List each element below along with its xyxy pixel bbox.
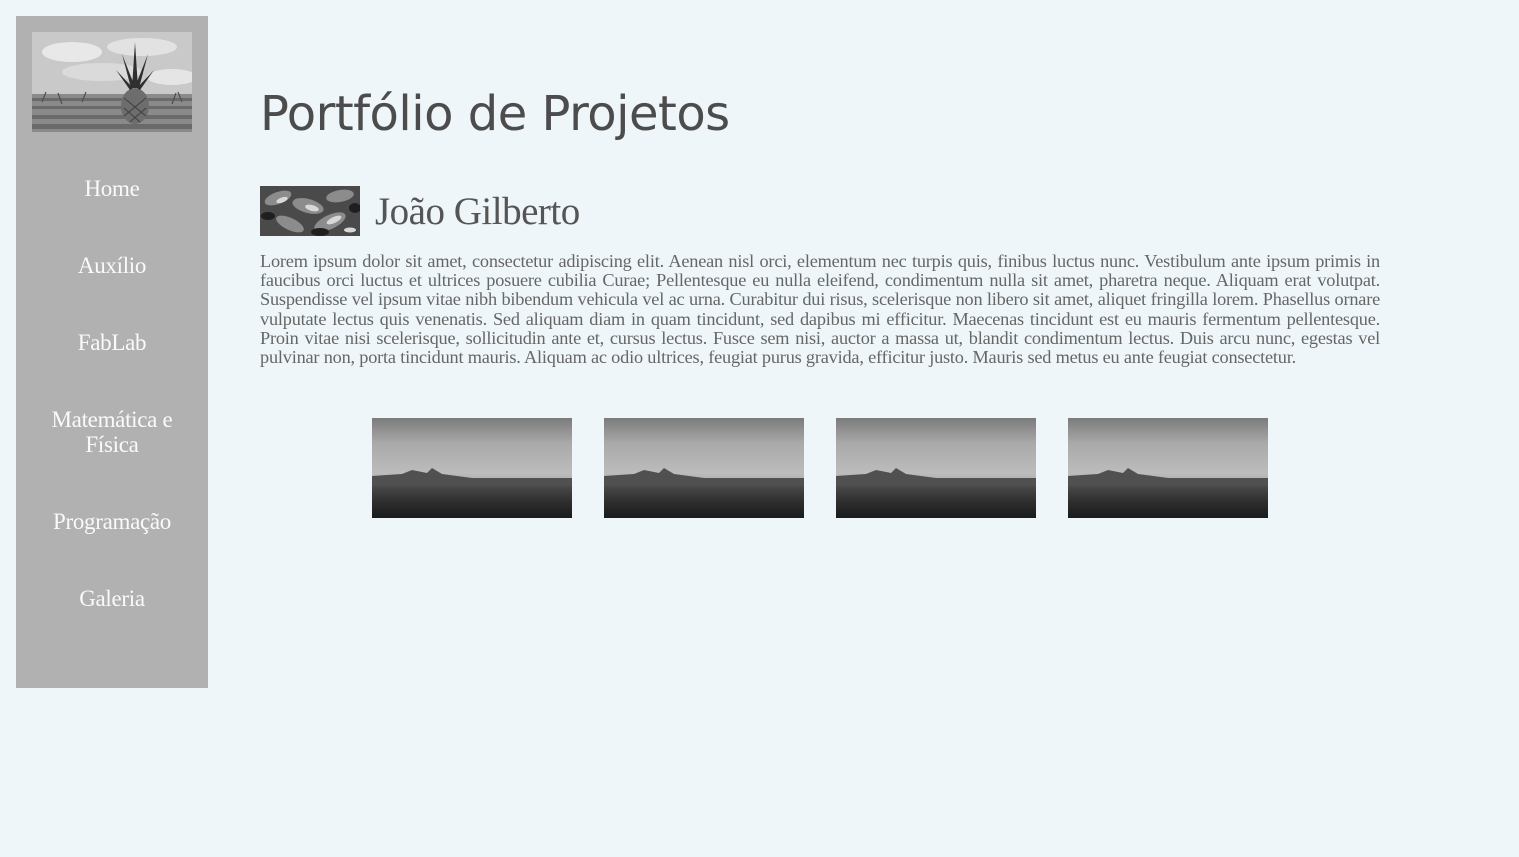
gallery-thumb-foggy-landscape-icon[interactable]	[1068, 418, 1268, 518]
nav-item-home[interactable]: Home	[16, 176, 208, 201]
leaves-photo-icon	[260, 186, 360, 236]
gallery-thumb-foggy-landscape-icon[interactable]	[836, 418, 1036, 518]
nav-item-programacao[interactable]: Programação	[16, 509, 208, 534]
pineapple-field-icon	[32, 32, 192, 132]
nav-item-fablab[interactable]: FabLab	[16, 330, 208, 355]
nav-item-auxilio[interactable]: Auxílio	[16, 253, 208, 278]
gallery-thumb-foggy-landscape-icon[interactable]	[604, 418, 804, 518]
nav-item-matematica-fisica[interactable]: Matemática e Física	[16, 407, 208, 457]
image-gallery	[372, 418, 1268, 518]
sidebar: Home Auxílio FabLab Matemática e Física …	[16, 16, 208, 688]
page-title: Portfólio de Projetos	[260, 86, 730, 142]
author-header: João Gilberto	[260, 185, 580, 237]
author-name: João Gilberto	[375, 189, 580, 233]
logo[interactable]	[32, 32, 192, 132]
main-nav: Home Auxílio FabLab Matemática e Física …	[16, 176, 208, 611]
project-description: Lorem ipsum dolor sit amet, consectetur …	[260, 251, 1380, 368]
gallery-thumb-foggy-landscape-icon[interactable]	[372, 418, 572, 518]
nav-item-galeria[interactable]: Galeria	[16, 586, 208, 611]
